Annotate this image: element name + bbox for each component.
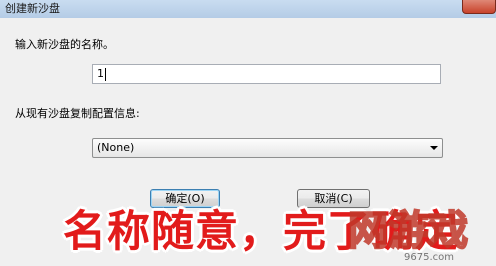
- create-sandbox-dialog: 创建新沙盘 输入新沙盘的名称。 1 从现有沙盘复制配置信息: (None) 确定…: [0, 0, 496, 266]
- watermark-text: 网游戏: [348, 208, 468, 254]
- sandbox-name-value: 1: [97, 67, 104, 80]
- dropdown-arrow-icon[interactable]: [430, 146, 438, 150]
- window-title: 创建新沙盘: [5, 2, 60, 15]
- copy-config-label: 从现有沙盘复制配置信息:: [15, 107, 140, 120]
- text-caret: [105, 67, 106, 81]
- name-label: 输入新沙盘的名称。: [15, 38, 114, 51]
- site-watermark-logo: 网游戏 9675.com: [347, 207, 469, 263]
- copy-config-dropdown[interactable]: (None): [92, 138, 443, 158]
- close-button[interactable]: [462, 0, 496, 14]
- title-bar: 创建新沙盘: [0, 0, 496, 18]
- sandbox-name-input[interactable]: 1: [92, 64, 441, 84]
- watermark-subtext: 9675.com: [404, 252, 454, 263]
- copy-config-selected: (None): [97, 141, 135, 154]
